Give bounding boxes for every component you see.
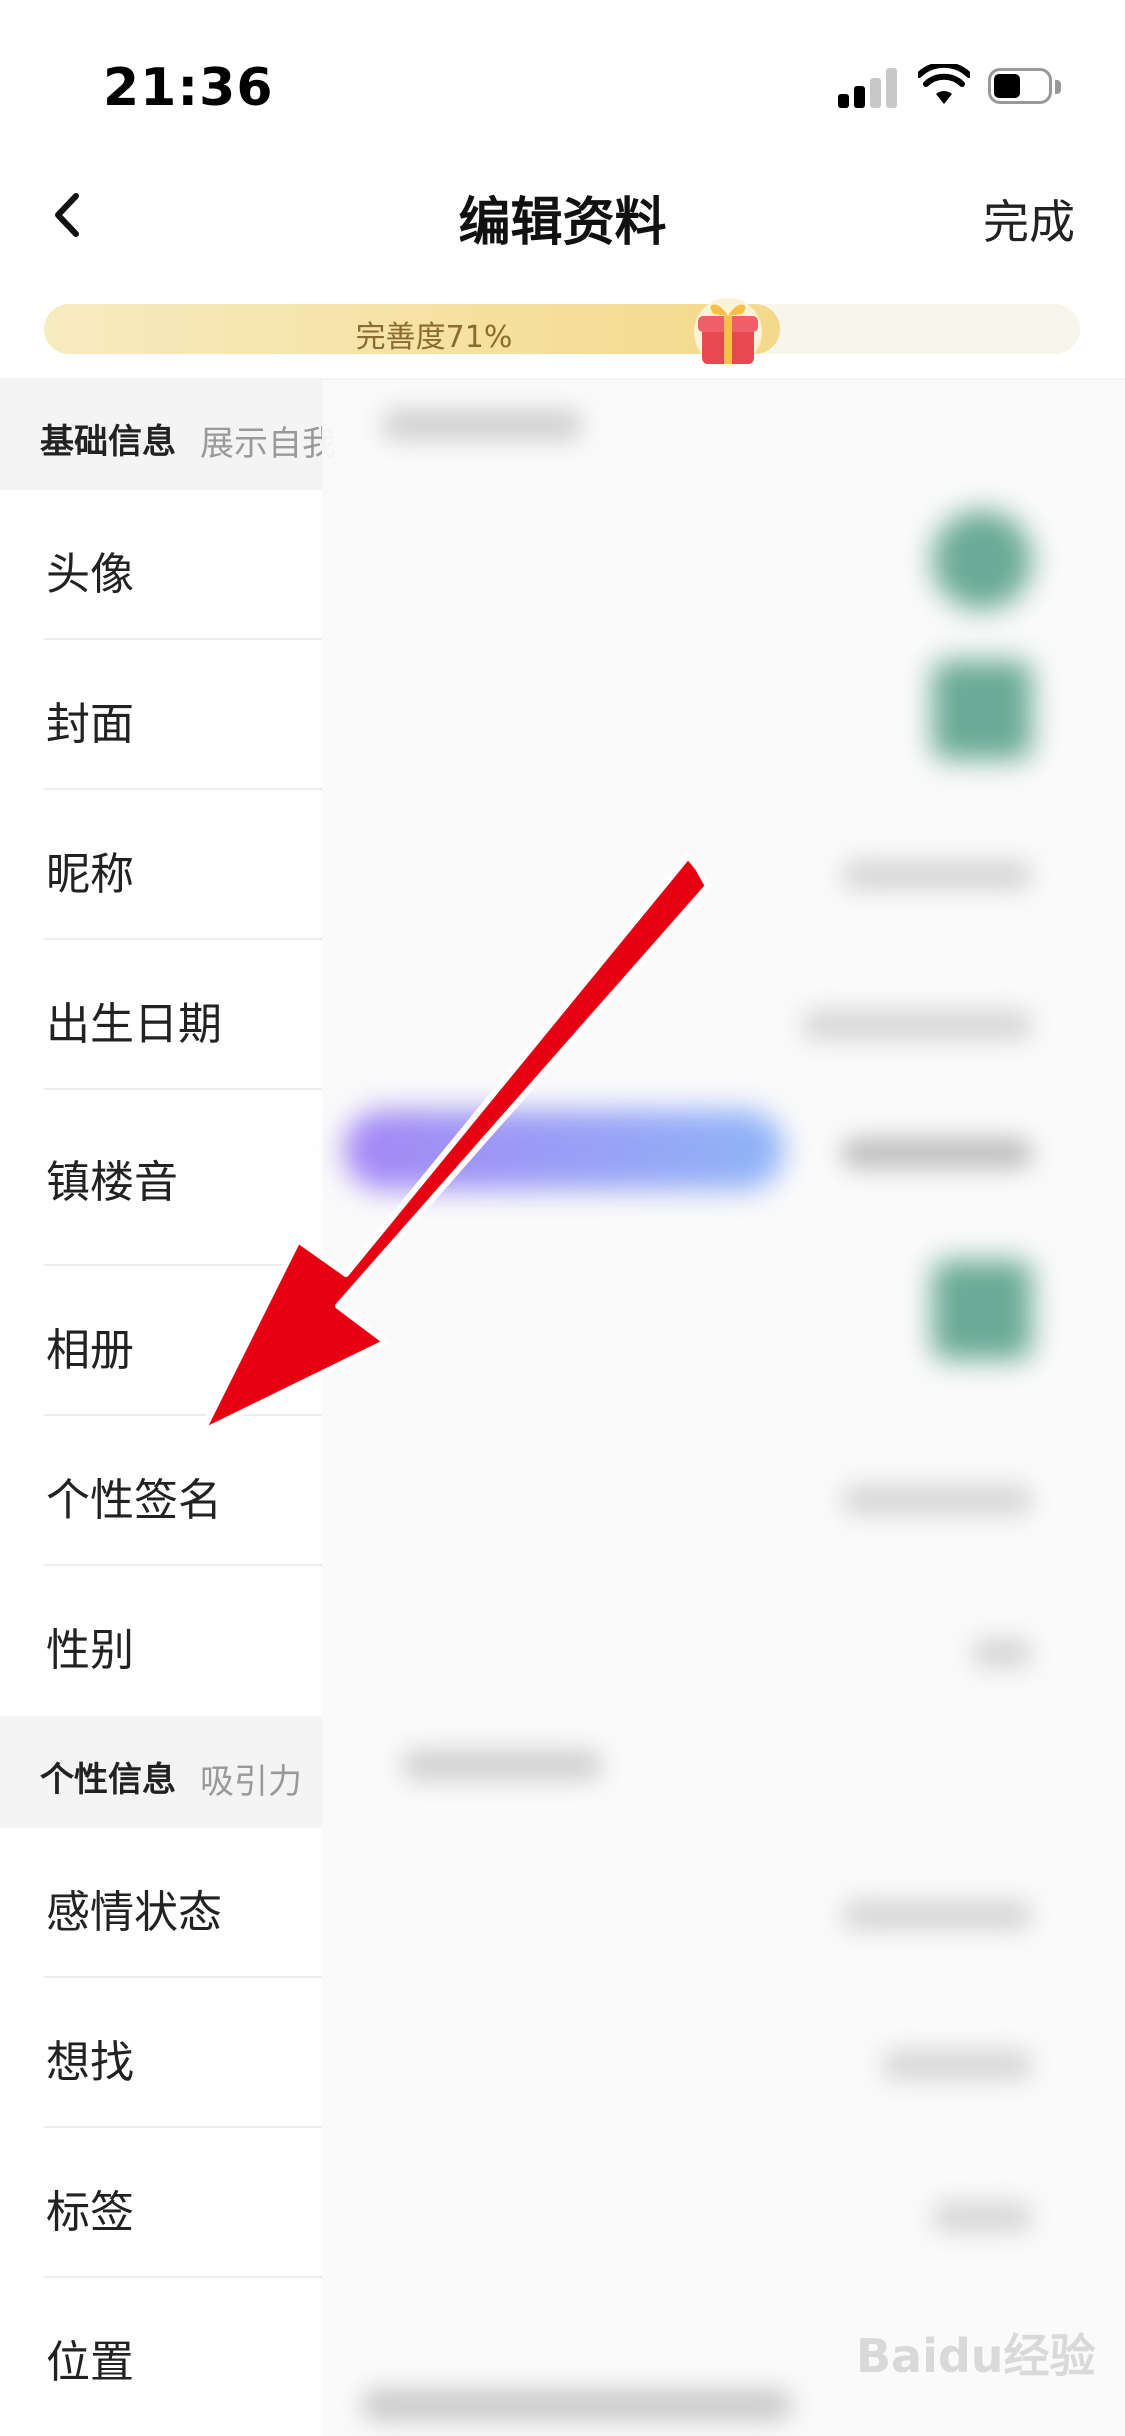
status-bar: 21:36 xyxy=(0,0,1125,150)
section-subtitle: 展示自我 xyxy=(200,424,336,464)
section-title: 基础信息 xyxy=(40,422,176,462)
row-label: 想找 xyxy=(46,2037,134,2088)
row-label: 感情状态 xyxy=(46,1887,222,1938)
row-label: 相册 xyxy=(46,1325,134,1376)
row-label: 封面 xyxy=(46,699,134,750)
row-label: 镇楼音 xyxy=(46,1157,178,1208)
album-thumbnail xyxy=(932,1260,1032,1360)
row-label: 位置 xyxy=(46,2337,134,2388)
watermark: Baidu经验 xyxy=(856,2329,1096,2383)
done-button[interactable]: 完成 xyxy=(983,186,1075,252)
navigation-bar: 编辑资料 完成 xyxy=(0,150,1125,280)
battery-icon xyxy=(988,68,1066,108)
wifi-icon xyxy=(918,64,970,104)
signal-icon xyxy=(838,68,898,108)
row-label: 标签 xyxy=(46,2187,134,2238)
avatar xyxy=(932,510,1032,610)
section-subtitle: 吸引力 xyxy=(200,1762,302,1802)
annotation-arrow-icon xyxy=(199,853,711,1435)
row-label: 性别 xyxy=(46,1625,134,1676)
page-title: 编辑资料 xyxy=(458,193,667,253)
gift-icon[interactable] xyxy=(688,292,768,368)
row-label: 个性签名 xyxy=(46,1475,222,1526)
completion-progress-bar: 完善度71% xyxy=(44,304,1080,355)
cover-thumbnail xyxy=(932,660,1032,760)
row-label: 昵称 xyxy=(46,849,134,900)
status-time: 21:36 xyxy=(103,58,274,118)
section-title: 个性信息 xyxy=(40,1760,176,1800)
row-label: 头像 xyxy=(46,549,134,600)
